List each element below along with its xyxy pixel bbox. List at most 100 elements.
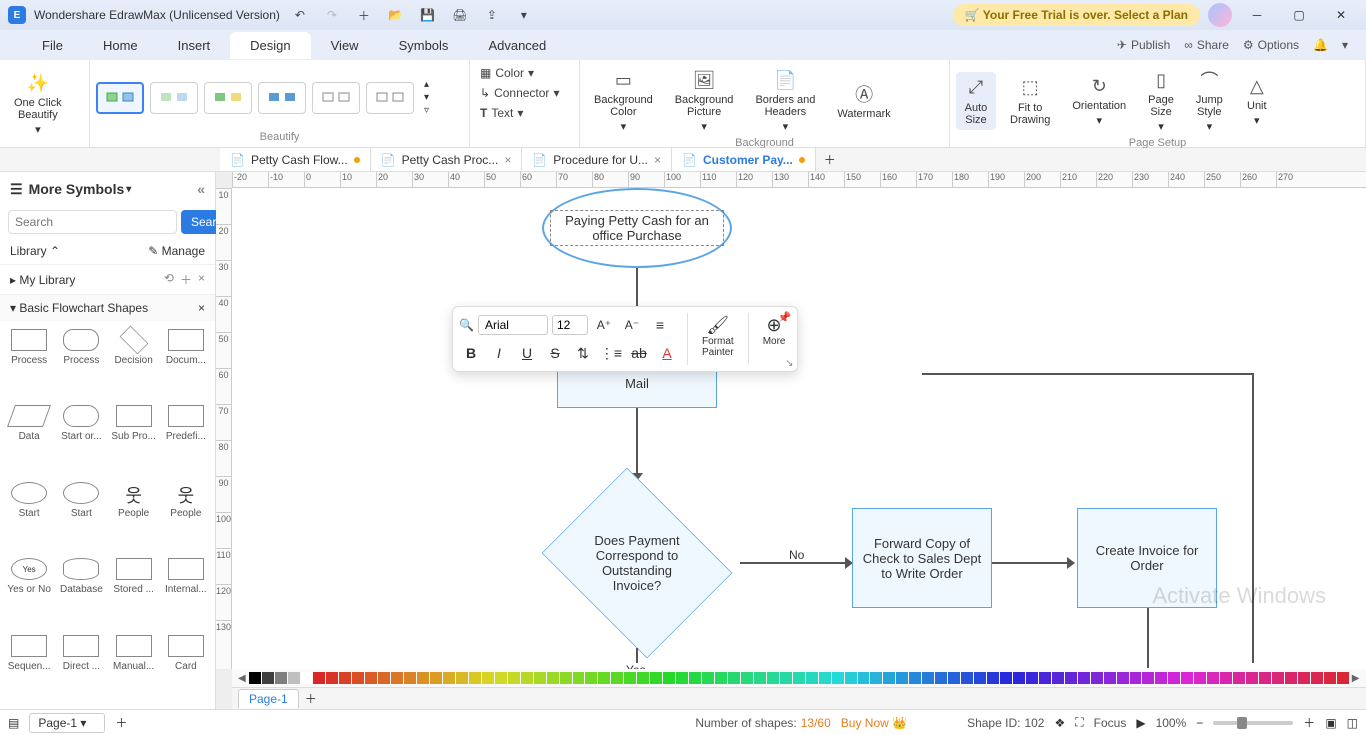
shape-person[interactable]: 웃People — [109, 478, 159, 552]
doc-tab-4[interactable]: 📄Customer Pay... — [672, 148, 816, 171]
color-swatch[interactable] — [870, 672, 882, 684]
options-button[interactable]: ⚙ Options — [1243, 38, 1299, 52]
color-dropdown[interactable]: ▦ Color ▾ — [476, 64, 538, 82]
color-swatch[interactable] — [728, 672, 740, 684]
connector-line[interactable] — [992, 562, 1072, 564]
toolbar-launcher-icon[interactable]: ↘ — [785, 358, 793, 369]
style-scroll-down-icon[interactable]: ▾ — [424, 92, 429, 103]
add-page-status-icon[interactable]: ＋ — [115, 714, 127, 731]
jump-style-button[interactable]: ⌒Jump Style▾ — [1188, 64, 1231, 137]
shape-yesno[interactable]: YesYes or No — [4, 554, 54, 628]
connector-line[interactable] — [922, 373, 1254, 375]
menu-insert[interactable]: Insert — [158, 32, 231, 59]
color-swatch[interactable] — [715, 672, 727, 684]
style-thumb-5[interactable] — [312, 82, 360, 114]
flowchart-forward-shape[interactable]: Forward Copy of Check to Sales Dept to W… — [852, 508, 992, 608]
one-click-beautify-button[interactable]: ✨One Click Beautify▾ — [6, 67, 70, 140]
color-swatch[interactable] — [560, 672, 572, 684]
zoom-in-icon[interactable]: ＋ — [1303, 714, 1315, 731]
color-swatch[interactable] — [1181, 672, 1193, 684]
shape-direct[interactable]: Direct ... — [56, 631, 106, 705]
color-swatch[interactable] — [663, 672, 675, 684]
lib-close-icon[interactable]: × — [198, 271, 205, 288]
fullscreen-icon[interactable]: ⛶ — [1075, 715, 1083, 730]
shape-stadium[interactable]: Start or... — [56, 401, 106, 475]
font-color-icon[interactable]: A — [655, 341, 679, 365]
buy-now-link[interactable]: Buy Now 👑 — [841, 716, 907, 730]
drawing-canvas[interactable]: Paying Petty Cash for an office Purchase… — [232, 188, 1366, 669]
color-swatch[interactable] — [845, 672, 857, 684]
collapse-lib-icon[interactable]: ⌃ — [50, 244, 60, 258]
color-swatch[interactable] — [1104, 672, 1116, 684]
color-swatch[interactable] — [1142, 672, 1154, 684]
publish-button[interactable]: ✈ Publish — [1117, 38, 1170, 52]
color-swatch[interactable] — [1013, 672, 1025, 684]
color-swatch[interactable] — [1155, 672, 1167, 684]
section-close-icon[interactable]: × — [198, 301, 205, 315]
color-swatch[interactable] — [611, 672, 623, 684]
color-swatch[interactable] — [1285, 672, 1297, 684]
lib-refresh-icon[interactable]: ⟲ — [164, 271, 174, 288]
menu-symbols[interactable]: Symbols — [379, 32, 469, 59]
color-swatch[interactable] — [378, 672, 390, 684]
color-swatch[interactable] — [741, 672, 753, 684]
color-swatch[interactable] — [702, 672, 714, 684]
style-expand-icon[interactable]: ▿ — [424, 105, 429, 116]
color-swatch[interactable] — [689, 672, 701, 684]
style-scroll-up-icon[interactable]: ▴ — [424, 79, 429, 90]
zoom-out-icon[interactable]: − — [1196, 716, 1203, 730]
color-swatch[interactable] — [1324, 672, 1336, 684]
color-swatch[interactable] — [1130, 672, 1142, 684]
manage-link[interactable]: ✎ Manage — [148, 244, 205, 258]
shape-circle[interactable]: Start — [56, 478, 106, 552]
shape-doc[interactable]: Docum... — [161, 325, 211, 399]
shape-parallelogram[interactable]: Data — [4, 401, 54, 475]
zoom-slider[interactable] — [1213, 721, 1293, 725]
color-swatch[interactable] — [249, 672, 261, 684]
color-swatch[interactable] — [443, 672, 455, 684]
color-swatch[interactable] — [922, 672, 934, 684]
connector-dropdown[interactable]: ↳ Connector ▾ — [476, 84, 563, 102]
add-tab-button[interactable]: ＋ — [816, 148, 844, 171]
color-swatch[interactable] — [624, 672, 636, 684]
style-thumb-1[interactable] — [96, 82, 144, 114]
share-button[interactable]: ∞ Share — [1184, 38, 1229, 52]
color-swatch[interactable] — [819, 672, 831, 684]
color-swatch[interactable] — [1052, 672, 1064, 684]
color-swatch[interactable] — [1233, 672, 1245, 684]
color-swatch[interactable] — [339, 672, 351, 684]
color-swatch[interactable] — [275, 672, 287, 684]
style-thumb-4[interactable] — [258, 82, 306, 114]
font-family-select[interactable] — [478, 315, 548, 335]
borders-headers-button[interactable]: 📄Borders and Headers▾ — [747, 64, 823, 137]
open-icon[interactable]: 📂 — [384, 3, 408, 27]
strike-icon[interactable]: S — [543, 341, 567, 365]
color-swatch[interactable] — [883, 672, 895, 684]
color-swatch[interactable] — [1272, 672, 1284, 684]
color-swatch[interactable] — [469, 672, 481, 684]
font-size-select[interactable] — [552, 315, 588, 335]
symbol-search-input[interactable] — [8, 210, 177, 234]
palette-right-icon[interactable]: ▶ — [1350, 673, 1362, 684]
flowchart-invoice-shape[interactable]: Create Invoice for Order — [1077, 508, 1217, 608]
line-spacing-icon[interactable]: ⇅ — [571, 341, 595, 365]
color-swatch[interactable] — [313, 672, 325, 684]
flowchart-start-shape[interactable]: Paying Petty Cash for an office Purchase — [542, 188, 732, 268]
page-tab-1[interactable]: Page-1 — [238, 689, 299, 708]
shape-ellipse[interactable]: Start — [4, 478, 54, 552]
color-swatch[interactable] — [417, 672, 429, 684]
watermark-button[interactable]: ⒶWatermark — [829, 78, 898, 124]
color-swatch[interactable] — [430, 672, 442, 684]
case-icon[interactable]: ab — [627, 341, 651, 365]
color-swatch[interactable] — [585, 672, 597, 684]
page-list-icon[interactable]: ▤ — [8, 716, 19, 730]
color-swatch[interactable] — [1298, 672, 1310, 684]
color-swatch[interactable] — [1065, 672, 1077, 684]
orientation-button[interactable]: ↻Orientation▾ — [1064, 70, 1134, 131]
presentation-icon[interactable]: ▶ — [1136, 716, 1145, 730]
color-swatch[interactable] — [456, 672, 468, 684]
start-text[interactable]: Paying Petty Cash for an office Purchase — [550, 210, 724, 246]
my-library-label[interactable]: My Library — [19, 273, 75, 287]
auto-size-button[interactable]: ⤢Auto Size — [956, 72, 996, 130]
menu-advanced[interactable]: Advanced — [468, 32, 566, 59]
